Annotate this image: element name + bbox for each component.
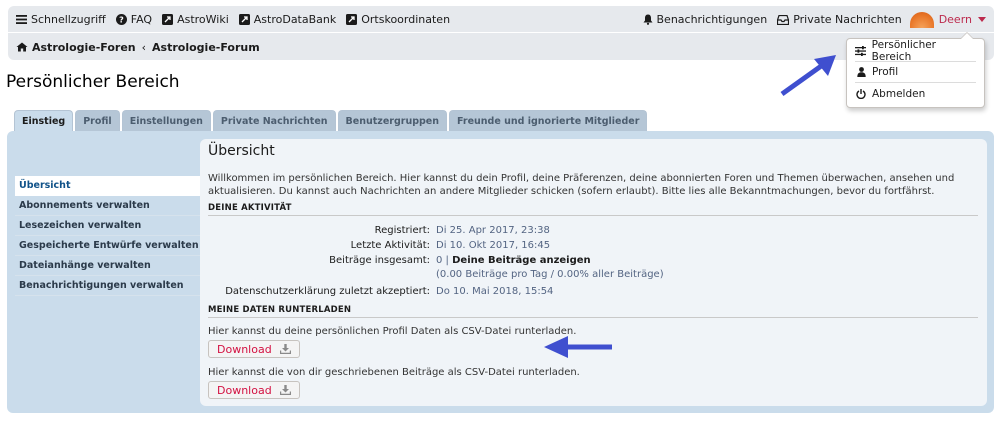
external-link-icon	[162, 13, 174, 25]
posts-label: Beiträge insgesamt:	[329, 255, 430, 266]
tab-friends-foes[interactable]: Freunde und ignorierte Mitglieder	[449, 110, 648, 131]
intro-text: Willkommen im persönlichen Bereich. Hier…	[208, 173, 955, 197]
coordinates-link[interactable]: Ortskoordinaten	[346, 13, 450, 26]
download-heading: MEINE DATEN RUNTERLADEN	[208, 305, 978, 318]
username: Deern	[938, 13, 972, 26]
notifications-label: Benachrichtigungen	[656, 13, 768, 26]
bell-icon	[643, 14, 653, 25]
tab-usergroups[interactable]: Benutzergruppen	[337, 110, 448, 131]
astrodatabank-link[interactable]: AstroDataBank	[238, 12, 337, 26]
avatar	[909, 11, 934, 28]
tab-private-messages[interactable]: Private Nachrichten	[212, 110, 336, 131]
menu-item-logout[interactable]: Abmelden	[855, 83, 976, 104]
sidebar-item-bookmarks[interactable]: Lesezeichen verwalten	[15, 216, 200, 236]
main-content: Übersicht Willkommen im persönlichen Ber…	[200, 139, 987, 406]
download-icon	[279, 344, 291, 354]
user-icon	[855, 67, 867, 77]
sidebar-item-notifications[interactable]: Benachrichtigungen verwalten	[15, 276, 200, 296]
notifications-link[interactable]: Benachrichtigungen	[643, 13, 768, 26]
last-activity-row: Letzte Aktivität: Di 10. Okt 2017, 16:45	[208, 239, 979, 253]
navbar-top-row: Schnellzugriff ? FAQ AstroWiki AstroData…	[8, 6, 994, 33]
astrowiki-link[interactable]: AstroWiki	[162, 13, 229, 26]
sidebar-item-overview[interactable]: Übersicht	[15, 176, 200, 196]
menu-item-label: Persönlicher Bereich	[871, 39, 936, 63]
external-link-icon	[238, 13, 250, 25]
privacy-row: Datenschutzerklärung zuletzt akzeptiert:…	[208, 285, 979, 299]
quick-access-label: Schnellzugriff	[31, 12, 106, 26]
menu-item-personal-area[interactable]: Persönlicher Bereich	[855, 39, 976, 63]
tab-overview[interactable]: Einstieg	[14, 110, 74, 132]
navbar-user-area: Benachrichtigungen Private Nachrichten D…	[633, 6, 986, 33]
sidebar-item-subscriptions[interactable]: Abonnements verwalten	[15, 196, 200, 216]
registered-value: Di 25. Apr 2017, 23:38	[436, 225, 550, 236]
power-icon	[855, 88, 867, 99]
last-activity-value: Di 10. Okt 2017, 16:45	[436, 240, 551, 251]
svg-text:?: ?	[119, 15, 124, 24]
posts-stats: (0.00 Beiträge pro Tag / 0.00% aller Bei…	[436, 269, 664, 280]
page-title: Persönlicher Bereich	[6, 72, 180, 92]
sliders-icon	[855, 46, 867, 56]
breadcrumb-forum[interactable]: Astrologie-Forum	[152, 41, 260, 54]
quick-access-link[interactable]: Schnellzugriff	[16, 13, 106, 26]
last-activity-label: Letzte Aktivität:	[350, 240, 430, 251]
tab-settings[interactable]: Einstellungen	[121, 110, 211, 131]
breadcrumb: Astrologie-Foren ‹ Astrologie-Forum	[16, 34, 260, 60]
activity-list: Registriert: Di 25. Apr 2017, 23:38 Letz…	[208, 224, 979, 299]
sidebar-nav: Übersicht Abonnements verwalten Lesezeic…	[15, 176, 200, 296]
sidebar-item-drafts[interactable]: Gespeicherte Entwürfe verwalten	[15, 236, 200, 256]
coordinates-label: Ortskoordinaten	[361, 12, 451, 26]
download-posts-text: Hier kannst die von dir geschriebenen Be…	[208, 367, 580, 378]
astrowiki-label: AstroWiki	[177, 12, 229, 26]
tab-profile[interactable]: Profil	[75, 110, 120, 131]
download-label: Download	[217, 342, 272, 356]
user-dropdown-menu: Persönlicher Bereich Profil Abmelden	[846, 32, 985, 108]
menu-item-label: Abmelden	[872, 87, 926, 100]
posts-count: 0 |	[436, 255, 449, 266]
registered-label: Registriert:	[374, 225, 430, 236]
private-messages-label: Private Nachrichten	[793, 13, 902, 26]
download-icon	[279, 385, 291, 395]
privacy-value: Do 10. Mai 2018, 15:54	[436, 286, 554, 297]
tab-bar: Einstieg Profil Einstellungen Private Na…	[14, 110, 649, 132]
sidebar-item-attachments[interactable]: Dateianhänge verwalten	[15, 256, 200, 276]
inbox-icon	[777, 14, 790, 25]
private-messages-link[interactable]: Private Nachrichten	[777, 13, 902, 26]
chevron-left-icon: ‹	[141, 40, 147, 54]
annotation-arrow	[780, 55, 836, 97]
show-posts-link[interactable]: Deine Beiträge anzeigen	[452, 255, 591, 266]
annotation-arrow	[544, 336, 612, 358]
menu-item-profile[interactable]: Profil	[855, 62, 976, 83]
user-menu-toggle[interactable]: Deern	[909, 11, 986, 28]
faq-label: FAQ	[130, 12, 153, 26]
external-link-icon	[346, 13, 358, 25]
privacy-label: Datenschutzerklärung zuletzt akzeptiert:	[225, 286, 430, 297]
question-circle-icon: ?	[115, 13, 127, 25]
breadcrumb-forums[interactable]: Astrologie-Foren	[32, 41, 136, 54]
download-profile-button[interactable]: Download	[208, 340, 300, 358]
content-title: Übersicht	[208, 143, 275, 159]
registered-row: Registriert: Di 25. Apr 2017, 23:38	[208, 224, 979, 238]
download-posts-button[interactable]: Download	[208, 381, 300, 399]
menu-item-label: Profil	[872, 66, 899, 78]
caret-down-icon	[978, 17, 986, 22]
faq-link[interactable]: ? FAQ	[115, 12, 153, 26]
home-icon	[16, 42, 28, 52]
astrodatabank-label: AstroDataBank	[253, 12, 337, 26]
posts-row: Beiträge insgesamt: 0 | Deine Beiträge a…	[208, 254, 979, 282]
activity-heading: DEINE AKTIVITÄT	[208, 203, 978, 216]
download-label: Download	[217, 383, 272, 397]
hamburger-icon	[16, 14, 27, 24]
